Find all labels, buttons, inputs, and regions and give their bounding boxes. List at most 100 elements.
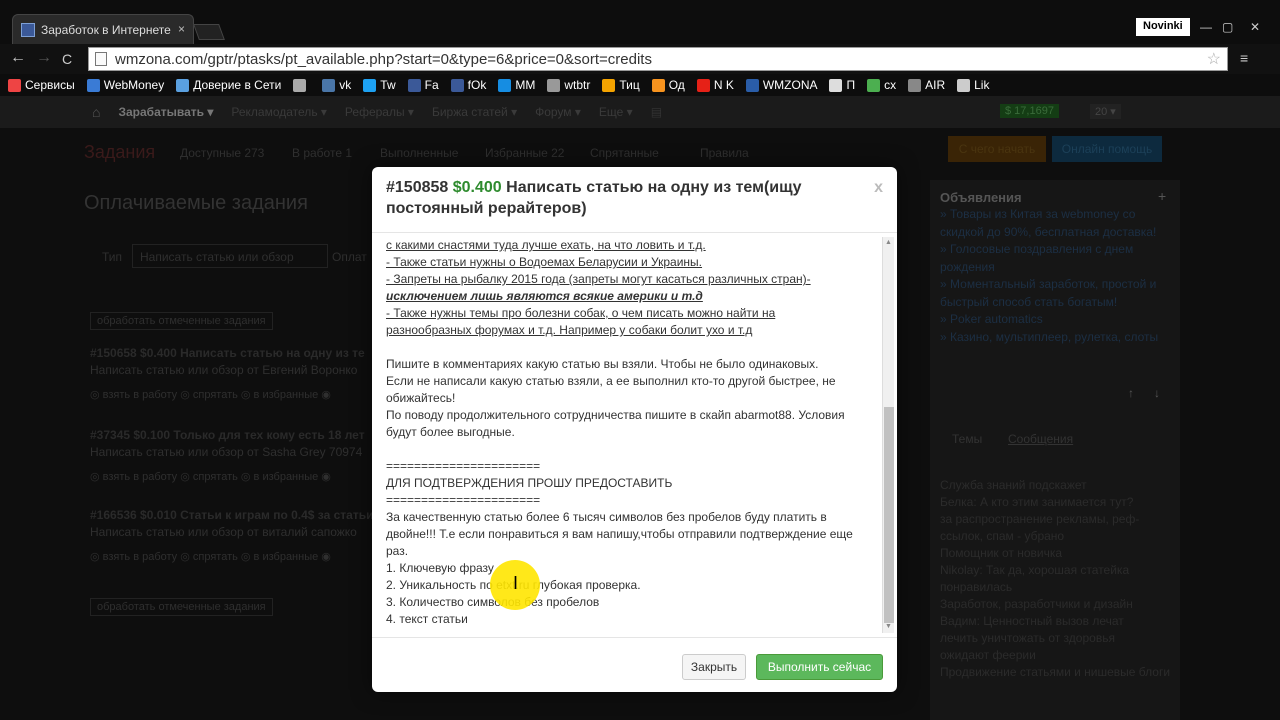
side-tab-messages[interactable]: Сообщения <box>1008 432 1073 446</box>
bookmark-item[interactable]: wtbtr <box>547 78 590 92</box>
bookmark-item[interactable]: MM <box>498 78 535 92</box>
bookmark-item[interactable]: N K <box>696 78 734 92</box>
new-tab-button[interactable] <box>193 24 225 40</box>
bookmark-label: WebMoney <box>103 78 165 92</box>
browser-titlebar: Заработок в Интернете × Novinki — ▢ ✕ <box>0 0 1280 44</box>
modal-close-icon[interactable]: x <box>874 177 883 198</box>
ad-line[interactable]: » Моментальный заработок, простой и <box>940 277 1156 291</box>
maximize-icon[interactable]: ▢ <box>1222 20 1233 34</box>
process-selected-button-bottom[interactable]: обработать отмеченные задания <box>90 598 273 616</box>
browser-menu-icon[interactable]: ≡ <box>1240 50 1248 66</box>
task-price: $0.400 <box>452 179 502 196</box>
ad-line[interactable]: рождения <box>940 260 995 274</box>
site-nav-item[interactable]: Форум ▾ <box>535 105 581 119</box>
tab-hidden[interactable]: Спрятанные <box>590 146 659 160</box>
bookmark-item[interactable] <box>293 78 310 92</box>
bookmark-item[interactable]: vk <box>322 78 351 92</box>
bookmark-favicon-icon <box>363 78 377 92</box>
browser-tab[interactable]: Заработок в Интернете × <box>12 14 194 44</box>
forward-icon[interactable]: → <box>36 49 52 67</box>
bookmark-favicon-icon <box>957 78 971 92</box>
bookmark-item[interactable]: Доверие в Сети <box>176 78 281 92</box>
bookmark-favicon-icon <box>908 78 922 92</box>
tab-in-work[interactable]: В работе 1 <box>292 146 352 160</box>
task-title[interactable]: #150658 $0.400 Написать статью на одну и… <box>90 346 365 360</box>
task-title[interactable]: #166536 $0.010 Статьи к играм по 0.4$ за… <box>90 508 373 522</box>
site-nav-item[interactable]: Рефералы ▾ <box>345 105 414 119</box>
modal-text-line: - Запреты на рыбалку 2015 года (запреты … <box>386 272 811 286</box>
scroll-down-icon[interactable]: ▼ <box>885 623 892 630</box>
tab-rules[interactable]: Правила <box>700 146 749 160</box>
ad-line[interactable]: » Товары из Китая за webmoney со <box>940 207 1135 221</box>
modal-text-line: Пишите в комментариях какую статью вы вз… <box>386 357 819 371</box>
site-nav-item[interactable]: Еще ▾ <box>599 105 633 119</box>
ad-line[interactable]: быстрый способ стать богатым! <box>940 295 1117 309</box>
address-bar[interactable]: wmzona.com/gptr/ptasks/pt_available.php?… <box>88 47 1228 71</box>
ad-line[interactable]: » Голосовые поздравления с днем <box>940 242 1133 256</box>
bookmark-item[interactable]: Сервисы <box>8 78 75 92</box>
bookmark-star-icon[interactable]: ☆ <box>1207 49 1221 69</box>
site-nav-item[interactable]: Зарабатывать ▾ <box>118 105 213 119</box>
home-icon[interactable]: ⌂ <box>92 104 100 120</box>
bookmark-label: Fa <box>424 78 439 92</box>
process-selected-button[interactable]: обработать отмеченные задания <box>90 312 273 330</box>
bookmark-favicon-icon <box>293 78 307 92</box>
minimize-icon[interactable]: — <box>1200 20 1212 34</box>
ad-line[interactable]: » Казино, мультиплеер, рулетка, слоты <box>940 330 1158 344</box>
site-nav-item[interactable]: Биржа статей ▾ <box>432 105 517 119</box>
reload-icon[interactable]: C <box>62 51 72 67</box>
scroll-thumb[interactable] <box>884 407 894 623</box>
bookmark-item[interactable]: П <box>829 78 855 92</box>
task-title[interactable]: #37345 $0.100 Только для тех кому есть 1… <box>90 428 365 442</box>
modal-text-line: исключением лишь являются всякие америки… <box>386 289 703 303</box>
bookmark-favicon-icon <box>829 78 843 92</box>
ad-line[interactable]: скидкой до 90%, бесплатная доставка! <box>940 225 1156 239</box>
tab-available[interactable]: Доступные 273 <box>180 146 264 160</box>
balance-badge[interactable]: $ 17,1697 <box>1000 104 1059 118</box>
back-icon[interactable]: ← <box>10 49 26 67</box>
modal-text-line: двойне!!! Т.е если понравиться я вам нап… <box>386 527 853 541</box>
bookmark-label: wtbtr <box>564 78 591 92</box>
arrow-up-icon[interactable]: ↑ <box>1128 386 1134 400</box>
side-tab-topics[interactable]: Темы <box>952 432 982 446</box>
bookmark-label: cx <box>884 78 897 92</box>
screen: Заработок в Интернете × Novinki — ▢ ✕ ← … <box>0 0 1280 720</box>
bookmark-item[interactable]: AIR <box>908 78 945 92</box>
site-nav: ⌂ Зарабатывать ▾ Рекламодатель ▾ Рефералы … <box>0 96 1280 128</box>
close-button[interactable]: Закрыть <box>682 654 746 680</box>
list-icon[interactable]: ▤ <box>651 105 662 119</box>
bookmark-item[interactable]: Од <box>651 78 685 92</box>
bookmark-item[interactable]: cx <box>867 78 896 92</box>
bookmark-item[interactable]: WMZONA <box>745 78 817 92</box>
tab-close-icon[interactable]: × <box>178 22 185 36</box>
profile-button[interactable]: Novinki <box>1136 18 1190 36</box>
type-select[interactable]: Написать статью или обзор <box>132 244 328 268</box>
counter-badge[interactable]: 20 ▾ <box>1090 104 1121 119</box>
close-window-icon[interactable]: ✕ <box>1250 20 1260 34</box>
tab-done[interactable]: Выполненные <box>380 146 458 160</box>
arrow-down-icon[interactable]: ↓ <box>1154 386 1160 400</box>
online-help-button[interactable]: Онлайн помощь <box>1052 136 1162 162</box>
site-nav-item[interactable]: Рекламодатель ▾ <box>231 105 327 119</box>
message-line: Белка: А кто этим занимается тут? <box>940 495 1134 509</box>
modal-scrollbar[interactable]: ▲ ▼ <box>882 237 894 633</box>
bookmark-item[interactable]: Tw <box>363 78 396 92</box>
do-now-button[interactable]: Выполнить сейчас <box>756 654 883 680</box>
bookmark-favicon-icon <box>450 78 464 92</box>
modal-text-line <box>386 441 882 458</box>
ad-line[interactable]: » Poker automatics <box>940 312 1043 326</box>
bookmark-label: AIR <box>925 78 946 92</box>
modal-text-line: ====================== <box>386 493 541 507</box>
bookmark-item[interactable]: Fa <box>407 78 439 92</box>
tab-favorites[interactable]: Избранные 22 <box>485 146 564 160</box>
scroll-up-icon[interactable]: ▲ <box>885 239 892 246</box>
how-to-start-button[interactable]: С чего начать <box>948 136 1046 162</box>
bookmark-item[interactable]: Тиц <box>602 78 640 92</box>
bookmark-label: fOk <box>467 78 487 92</box>
message-line: Nikolay: Так да, хорошая статейка <box>940 563 1130 577</box>
bookmark-item[interactable]: fOk <box>450 78 487 92</box>
task-sub: Написать статью или обзор от Sasha Grey … <box>90 445 363 459</box>
bookmark-item[interactable]: WebMoney <box>86 78 165 92</box>
bookmark-item[interactable]: Lik <box>957 78 989 92</box>
add-ad-icon[interactable]: + <box>1158 188 1166 204</box>
